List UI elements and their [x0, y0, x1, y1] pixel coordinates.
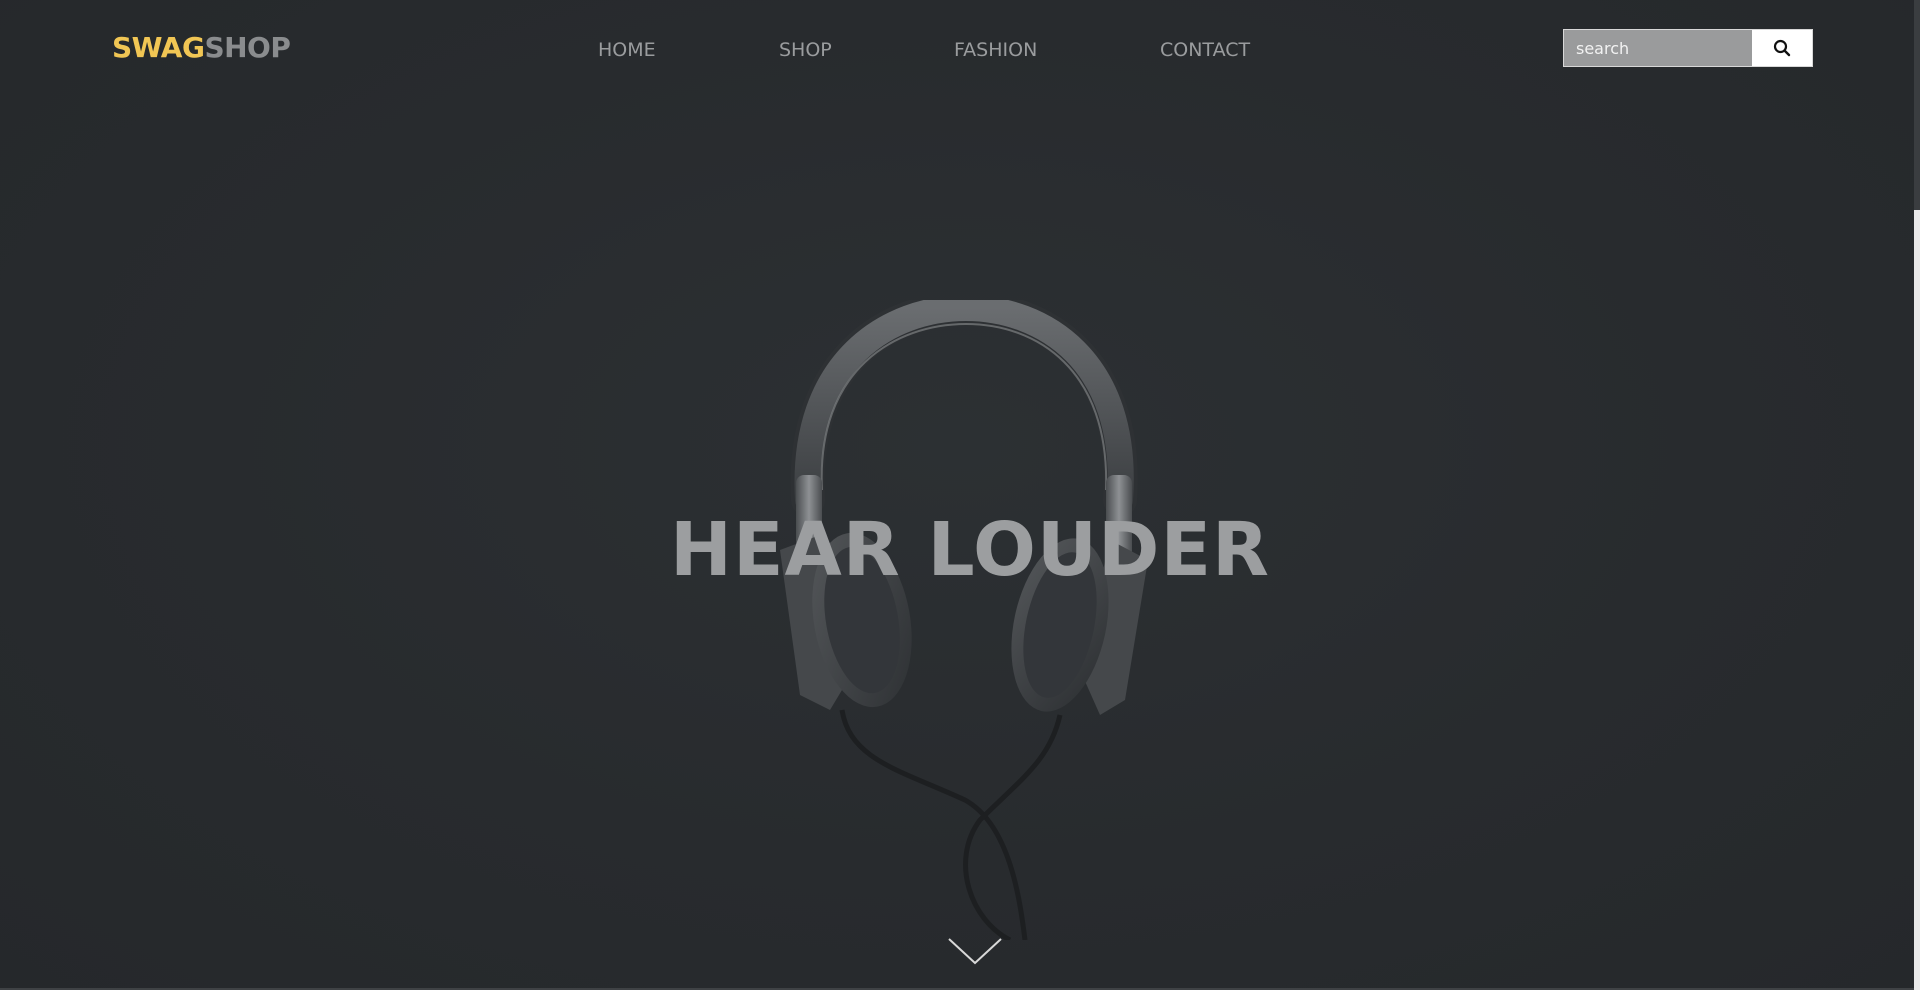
scrollbar-thumb[interactable] [1914, 0, 1920, 210]
headphones-image [780, 300, 1148, 940]
nav-item-home[interactable]: HOME [598, 38, 656, 62]
search-icon [1773, 39, 1791, 57]
search-input[interactable] [1564, 30, 1752, 66]
nav-item-contact[interactable]: CONTACT [1160, 38, 1250, 62]
landing-page: SWAGSHOP HOME SHOP FASHION CONTACT searc… [0, 0, 1920, 990]
search-box [1563, 29, 1813, 67]
scrollbar-edge [1914, 210, 1920, 990]
nav-item-shop[interactable]: SHOP [779, 38, 832, 62]
search-button[interactable] [1752, 30, 1812, 66]
nav-item-fashion[interactable]: FASHION [954, 38, 1037, 62]
site-header: SWAGSHOP HOME SHOP FASHION CONTACT [0, 0, 1914, 100]
hero-title: HEAR LOUDER [670, 506, 1270, 593]
chevron-down-icon[interactable] [947, 935, 1003, 967]
scrollbar[interactable] [1914, 0, 1920, 990]
